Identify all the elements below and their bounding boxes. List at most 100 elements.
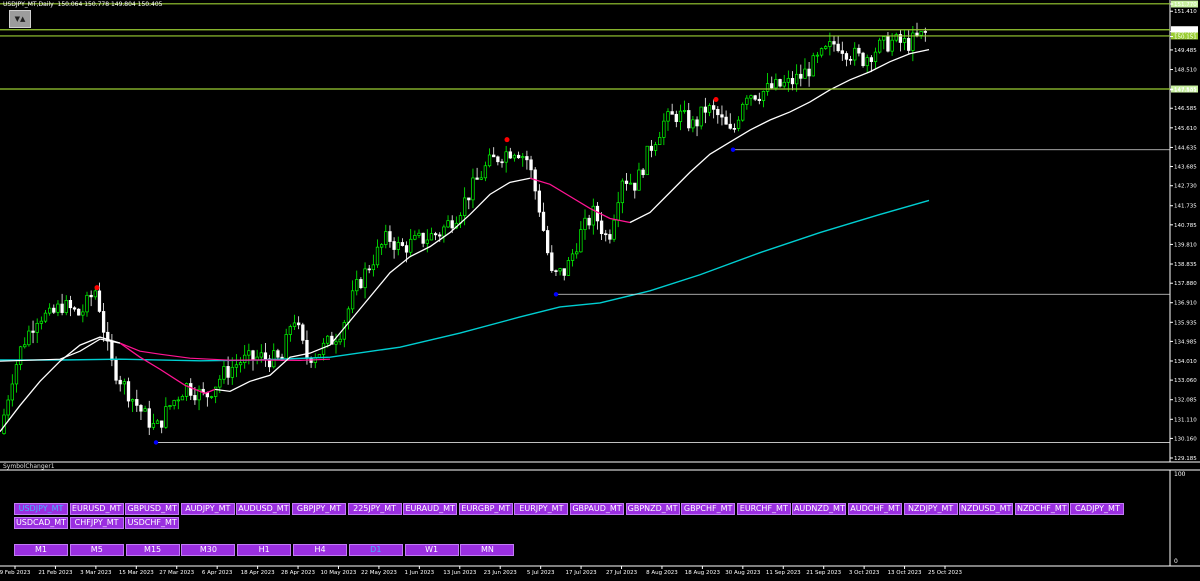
symbol-button-nzdjpy_mt[interactable]: NZDJPY_MT bbox=[903, 503, 958, 515]
symbol-button-nzdchf_mt[interactable]: NZDCHF_MT bbox=[1014, 503, 1069, 515]
candle-body bbox=[442, 226, 446, 237]
candle-body bbox=[865, 57, 869, 67]
price-label: 145.610 bbox=[1174, 126, 1197, 132]
swing-high-dot bbox=[94, 285, 100, 291]
symbol-button-eurchf_mt[interactable]: EURCHF_MT bbox=[736, 503, 791, 515]
candle-body bbox=[662, 120, 666, 138]
price-label: 133.060 bbox=[1174, 378, 1197, 384]
symbol-button-eurgbp_mt[interactable]: EURGBP_MT bbox=[458, 503, 513, 515]
price-label: 148.510 bbox=[1174, 68, 1197, 74]
timeframe-button-m1[interactable]: M1 bbox=[14, 544, 68, 556]
candle-body bbox=[653, 144, 658, 151]
candle-body bbox=[118, 379, 122, 385]
candle-body bbox=[803, 68, 807, 79]
symbol-button-eurjpy_mt[interactable]: EURJPY_MT bbox=[514, 503, 569, 515]
candle-body bbox=[371, 264, 375, 271]
symbol-button-usdchf_mt[interactable]: USDCHF_MT bbox=[125, 517, 180, 529]
timeframe-button-w1[interactable]: W1 bbox=[404, 544, 459, 556]
candle-body bbox=[259, 352, 263, 358]
symbol-button-usdjpy_mt[interactable]: USDJPY_MT bbox=[14, 503, 68, 515]
symbol-button-chfjpy_mt[interactable]: CHFJPY_MT bbox=[69, 517, 124, 529]
symbol-button-euraud_mt[interactable]: EURAUD_MT bbox=[403, 503, 458, 515]
symbol-button-audjpy_mt[interactable]: AUDJPY_MT bbox=[180, 503, 235, 515]
symbol-button-nzdusd_mt[interactable]: NZDUSD_MT bbox=[959, 503, 1014, 515]
timeframe-button-m5[interactable]: M5 bbox=[69, 544, 124, 556]
date-label: 17 Jul 2023 bbox=[566, 570, 598, 576]
chart-window[interactable]: 151.770 151.410 150.405 150.151 149.485 148.5… bbox=[0, 0, 1200, 577]
symbol-button-gbpaud_mt[interactable]: GBPAUD_MT bbox=[570, 503, 624, 515]
symbol-button-cadjpy_mt[interactable]: CADJPY_MT bbox=[1070, 503, 1125, 515]
timeframe-button-h1[interactable]: H1 bbox=[237, 544, 292, 556]
candle-body bbox=[545, 230, 550, 254]
candle-body bbox=[487, 154, 492, 167]
symbol-button-gbpusd_mt[interactable]: GBPUSD_MT bbox=[125, 503, 180, 515]
candle-body bbox=[346, 308, 351, 323]
date-label: 13 Oct 2023 bbox=[888, 570, 923, 576]
candle-body bbox=[512, 154, 517, 159]
timeframe-button-m15[interactable]: M15 bbox=[125, 544, 180, 556]
chart-nav-button[interactable]: ▼▲ bbox=[9, 10, 31, 28]
candle-body bbox=[243, 354, 247, 363]
candle-body bbox=[39, 320, 43, 324]
candle-body bbox=[375, 246, 380, 266]
candle-body bbox=[301, 324, 305, 341]
candle-body bbox=[786, 78, 790, 83]
symbol-button-audchf_mt[interactable]: AUDCHF_MT bbox=[848, 503, 902, 515]
candle-body bbox=[467, 197, 471, 201]
timeframe-button-mn[interactable]: MN bbox=[460, 544, 515, 556]
timeframe-button-h4[interactable]: H4 bbox=[293, 544, 347, 556]
candle-body bbox=[60, 303, 64, 313]
symbol-button-225jpy_mt[interactable]: 225JPY_MT bbox=[347, 503, 402, 515]
candle-body bbox=[774, 79, 778, 89]
candle-body bbox=[749, 95, 753, 99]
candle-body bbox=[728, 123, 732, 129]
candle-body bbox=[541, 211, 546, 231]
candle-body bbox=[421, 232, 425, 244]
candle-body bbox=[716, 109, 720, 116]
candle-body bbox=[902, 38, 907, 43]
timeframe-button-m30[interactable]: M30 bbox=[181, 544, 236, 556]
candle-body bbox=[126, 381, 131, 402]
candle-body bbox=[703, 106, 707, 113]
candle-body bbox=[110, 340, 114, 361]
date-label: 9 Feb 2023 bbox=[0, 570, 31, 576]
candle-body bbox=[326, 335, 330, 344]
candle-body bbox=[790, 78, 795, 85]
candle-body bbox=[433, 233, 438, 236]
timeframe-button-d1[interactable]: D1 bbox=[348, 544, 403, 556]
price-label: 129.185 bbox=[1174, 456, 1197, 462]
date-label: 5 Jul 2023 bbox=[527, 570, 555, 576]
symbol-button-audnzd_mt[interactable]: AUDNZD_MT bbox=[792, 503, 847, 515]
candle-body bbox=[396, 242, 400, 250]
candle-body bbox=[612, 219, 616, 240]
candle-body bbox=[47, 307, 52, 314]
price-label: 149.485 bbox=[1174, 48, 1197, 54]
candle-body bbox=[720, 114, 724, 118]
candle-body bbox=[724, 116, 728, 125]
price-label: 131.110 bbox=[1174, 417, 1197, 423]
candle-body bbox=[570, 253, 575, 261]
candle-body bbox=[844, 53, 849, 60]
date-label: 18 Aug 2023 bbox=[685, 570, 721, 576]
symbol-button-gbpjpy_mt[interactable]: GBPJPY_MT bbox=[292, 503, 346, 515]
candle-body bbox=[819, 48, 824, 56]
candle-body bbox=[861, 52, 865, 67]
price-chart[interactable]: 151.770151.410150.405150.151149.485148.5… bbox=[0, 0, 1200, 577]
symbol-button-eurusd_mt[interactable]: EURUSD_MT bbox=[69, 503, 124, 515]
date-label: 30 Aug 2023 bbox=[725, 570, 761, 576]
chart-header: USDJPY_MT,Daily 150.064 150.778 149.804 … bbox=[3, 1, 162, 8]
symbol-button-audusd_mt[interactable]: AUDUSD_MT bbox=[236, 503, 291, 515]
symbol-button-gbpnzd_mt[interactable]: GBPNZD_MT bbox=[625, 503, 680, 515]
candle-body bbox=[35, 322, 39, 333]
candle-body bbox=[848, 58, 853, 61]
candle-body bbox=[471, 177, 475, 201]
candle-body bbox=[886, 36, 890, 52]
candle-body bbox=[31, 330, 35, 333]
panel-scale-top: 100 bbox=[1174, 471, 1186, 478]
candle-body bbox=[633, 182, 637, 191]
candle-body bbox=[483, 165, 488, 179]
candle-body bbox=[782, 81, 786, 87]
symbol-button-usdcad_mt[interactable]: USDCAD_MT bbox=[14, 517, 68, 529]
candle-body bbox=[230, 366, 234, 378]
symbol-button-gbpchf_mt[interactable]: GBPCHF_MT bbox=[681, 503, 736, 515]
